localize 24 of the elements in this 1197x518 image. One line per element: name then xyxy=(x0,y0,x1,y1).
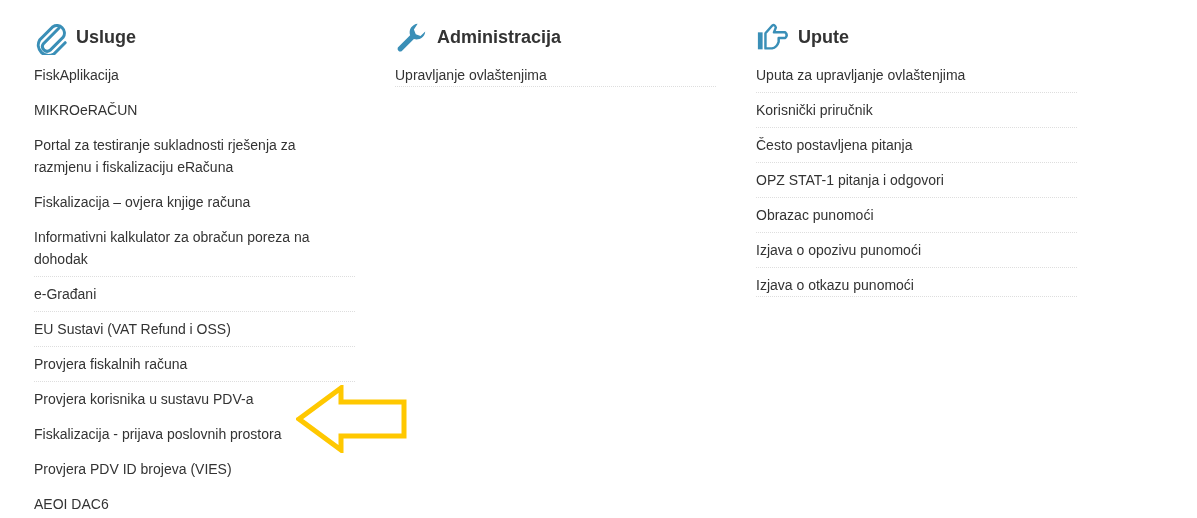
section-heading: Upute xyxy=(798,27,849,49)
menu-link[interactable]: FiskAplikacija xyxy=(34,58,355,93)
menu-link[interactable]: Provjera korisnika u sustavu PDV-a xyxy=(34,382,355,417)
section-heading: Administracija xyxy=(437,27,562,49)
menu-link[interactable]: Izjava o opozivu punomoći xyxy=(756,233,1077,268)
menu-link[interactable]: MIKROeRAČUN xyxy=(34,93,355,128)
paperclip-icon xyxy=(34,21,68,55)
menu-link[interactable]: Provjera fiskalnih računa xyxy=(34,347,355,382)
menu-link[interactable]: Uputa za upravljanje ovlaštenjima xyxy=(756,58,1077,93)
menu-link[interactable]: Upravljanje ovlaštenjima xyxy=(395,58,716,87)
menu-link[interactable]: Informativni kalkulator za obračun poreza na dohodak xyxy=(34,220,355,277)
section-heading: Usluge xyxy=(76,27,136,49)
menu-link[interactable]: Izjava o otkazu punomoći xyxy=(756,268,1077,297)
menu-link[interactable]: OPZ STAT-1 pitanja i odgovori xyxy=(756,163,1077,198)
menu-link[interactable]: Portal za testiranje sukladnosti rješenja za razmjenu i fiskalizaciju eRačuna xyxy=(34,128,355,185)
menu-link[interactable]: Fiskalizacija - prijava poslovnih prostora xyxy=(34,417,355,452)
menu-link[interactable]: EU Sustavi (VAT Refund i OSS) xyxy=(34,312,355,347)
menu-link[interactable]: Provjera PDV ID brojeva (VIES) xyxy=(34,452,355,487)
menu-link[interactable]: Fiskalizacija – ovjera knjige računa xyxy=(34,185,355,220)
menu-link[interactable]: Korisnički priručnik xyxy=(756,93,1077,128)
menu-link[interactable]: e-Građani xyxy=(34,277,355,312)
menu-link[interactable]: AEOI DAC6 xyxy=(34,487,355,516)
menu-link[interactable]: Obrazac punomoći xyxy=(756,198,1077,233)
menu-link[interactable]: Često postavljena pitanja xyxy=(756,128,1077,163)
